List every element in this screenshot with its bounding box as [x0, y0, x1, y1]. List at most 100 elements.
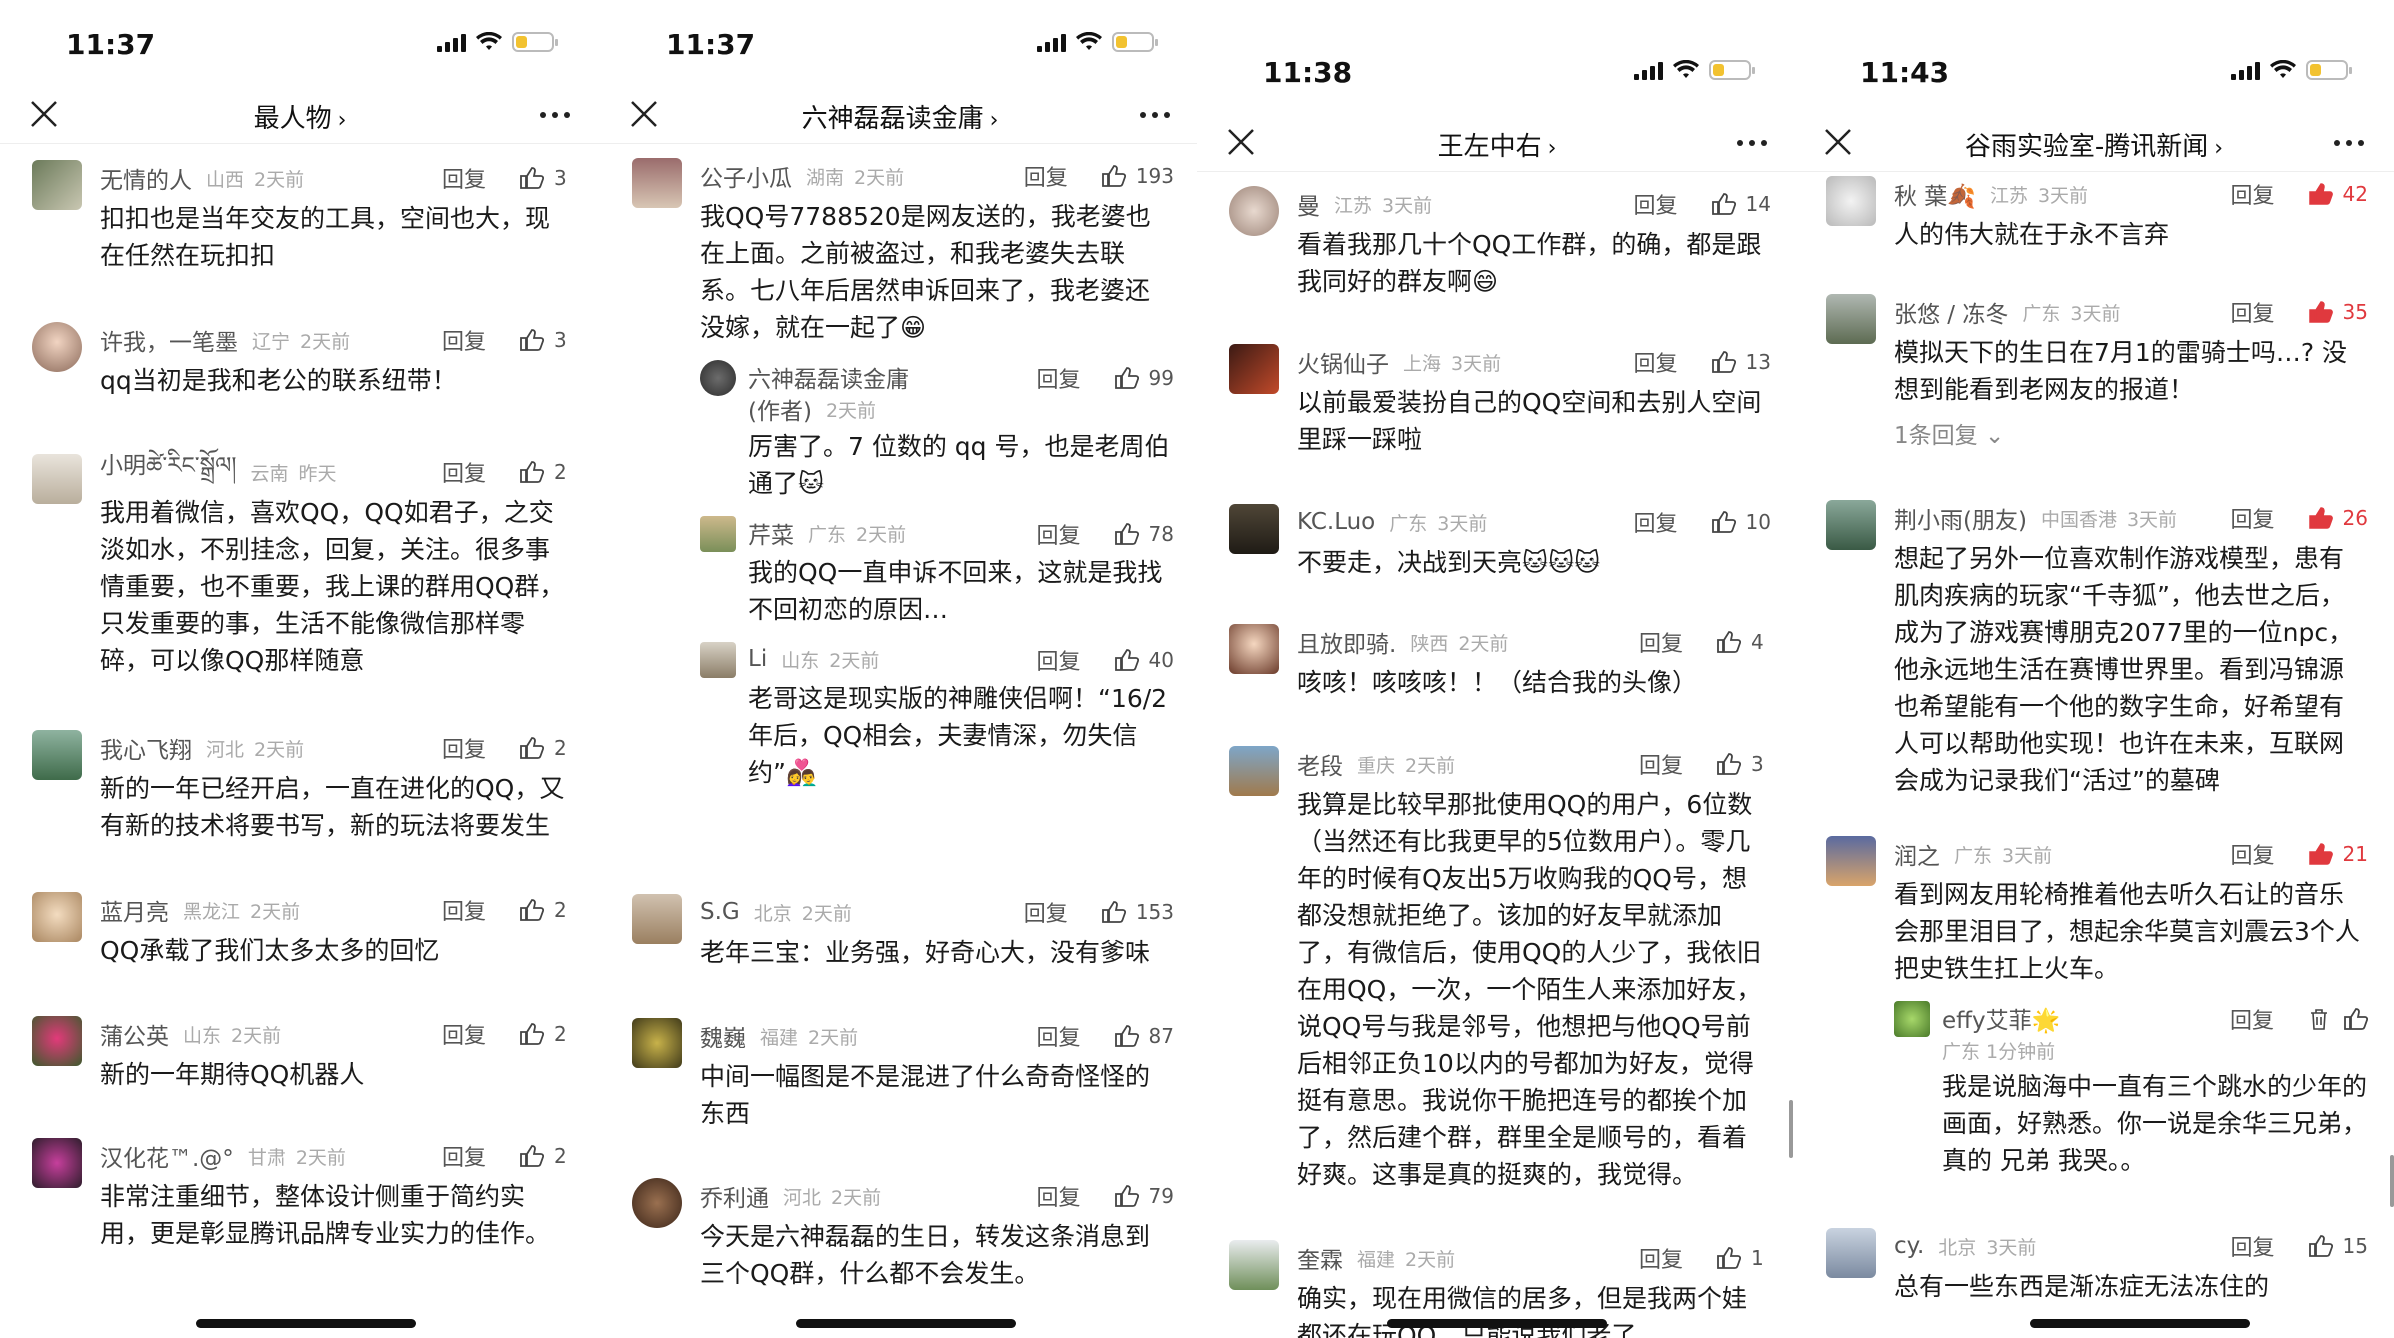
reply-button[interactable]: 回复	[1037, 1180, 1081, 1212]
comment-author[interactable]: cy.	[1894, 1233, 1924, 1259]
comment-author[interactable]: 无情的人	[100, 161, 192, 195]
avatar[interactable]	[632, 1018, 682, 1068]
account-title[interactable]: 谷雨实验室-腾讯新闻 ›	[1794, 126, 2394, 163]
avatar[interactable]	[32, 1016, 82, 1066]
avatar[interactable]	[1826, 500, 1876, 550]
reply-author[interactable]: Li	[748, 646, 767, 672]
avatar[interactable]	[1229, 344, 1279, 394]
reply-author[interactable]: 芹菜	[748, 516, 794, 550]
thumbs-up-icon[interactable]	[1715, 751, 1741, 777]
reply-author[interactable]: 六神磊磊读金庸	[748, 360, 909, 394]
avatar[interactable]	[700, 642, 736, 678]
thumbs-up-icon[interactable]	[1710, 349, 1736, 375]
avatar[interactable]	[32, 892, 82, 942]
reply-button[interactable]: 回复	[2231, 1230, 2275, 1262]
avatar[interactable]	[32, 160, 82, 210]
thumbs-up-icon[interactable]	[518, 459, 544, 485]
comment-author[interactable]: 蒲公英	[100, 1017, 169, 1051]
reply-button[interactable]: 回复	[2230, 1003, 2274, 1035]
thumbs-up-icon[interactable]	[1715, 1245, 1741, 1271]
comment-author[interactable]: 荆小雨(朋友)	[1894, 501, 2027, 535]
reply-button[interactable]: 回复	[1037, 644, 1081, 676]
reply-button[interactable]: 回复	[2231, 296, 2275, 328]
account-title[interactable]: 六神磊磊读金庸 ›	[600, 98, 1200, 135]
reply-button[interactable]: 回复	[1639, 1242, 1683, 1274]
comment-author[interactable]: 润之	[1894, 837, 1940, 871]
reply-button[interactable]: 回复	[1634, 346, 1678, 378]
thumbs-up-icon[interactable]	[518, 897, 544, 923]
reply-button[interactable]: 回复	[1024, 160, 1068, 192]
view-replies-link[interactable]: 1条回复 ⌄	[1894, 416, 2368, 450]
avatar[interactable]	[632, 158, 682, 208]
comment-author[interactable]: 魏巍	[700, 1019, 746, 1053]
comment-author[interactable]: S.G	[700, 899, 740, 925]
thumbs-up-icon[interactable]	[1100, 899, 1126, 925]
avatar[interactable]	[1826, 836, 1876, 886]
thumbs-up-icon[interactable]	[2307, 181, 2333, 207]
reply-button[interactable]: 回复	[1639, 626, 1683, 658]
account-title[interactable]: 最人物 ›	[0, 98, 600, 135]
thumbs-up-icon[interactable]	[518, 1143, 544, 1169]
reply-button[interactable]: 回复	[442, 732, 486, 764]
reply-button[interactable]: 回复	[442, 324, 486, 356]
reply-button[interactable]: 回复	[442, 894, 486, 926]
avatar[interactable]	[700, 516, 736, 552]
scrollbar[interactable]	[2390, 1155, 2394, 1207]
reply-button[interactable]: 回复	[1037, 518, 1081, 550]
thumbs-up-icon[interactable]	[518, 327, 544, 353]
comment-author[interactable]: 乔利通	[700, 1179, 769, 1213]
reply-button[interactable]: 回复	[2231, 178, 2275, 210]
avatar[interactable]	[1826, 176, 1876, 226]
avatar[interactable]	[1229, 746, 1279, 796]
reply-button[interactable]: 回复	[1639, 748, 1683, 780]
avatar[interactable]	[1229, 1240, 1279, 1290]
reply-button[interactable]: 回复	[1024, 896, 1068, 928]
scrollbar[interactable]	[1789, 1100, 1793, 1158]
comment-author[interactable]: 奎霖	[1297, 1241, 1343, 1275]
thumbs-up-icon[interactable]	[2307, 505, 2333, 531]
thumbs-up-icon[interactable]	[2307, 1233, 2333, 1259]
thumbs-up-icon[interactable]	[1715, 629, 1741, 655]
comment-author[interactable]: 且放即骑.	[1297, 625, 1396, 659]
avatar[interactable]	[32, 1138, 82, 1188]
more-icon[interactable]	[540, 112, 570, 118]
more-icon[interactable]	[1140, 112, 1170, 118]
reply-button[interactable]: 回复	[1037, 362, 1081, 394]
comment-author[interactable]: 曼	[1297, 187, 1320, 221]
thumbs-up-icon[interactable]	[1113, 647, 1139, 673]
avatar[interactable]	[32, 322, 82, 372]
comment-author[interactable]: KC.Luo	[1297, 509, 1375, 535]
thumbs-up-icon[interactable]	[1113, 1023, 1139, 1049]
avatar[interactable]	[700, 360, 736, 396]
thumbs-up-icon[interactable]	[1113, 521, 1139, 547]
thumbs-up-icon[interactable]	[1710, 509, 1736, 535]
comment-author[interactable]: 张悠 / 冻冬	[1894, 295, 2008, 329]
avatar[interactable]	[1229, 186, 1279, 236]
comment-author[interactable]: 火锅仙子	[1297, 345, 1389, 379]
thumbs-up-icon[interactable]	[518, 735, 544, 761]
reply-button[interactable]: 回复	[1634, 506, 1678, 538]
reply-button[interactable]: 回复	[442, 456, 486, 488]
comment-author[interactable]: 蓝月亮	[100, 893, 169, 927]
more-icon[interactable]	[2334, 140, 2364, 146]
reply-button[interactable]: 回复	[2231, 502, 2275, 534]
reply-button[interactable]: 回复	[442, 1140, 486, 1172]
thumbs-up-icon[interactable]	[518, 1021, 544, 1047]
comment-author[interactable]: 小明ཚེ་རིང་སྒྲོལ།	[100, 440, 237, 505]
comment-author[interactable]: 公子小瓜	[700, 159, 792, 193]
avatar[interactable]	[632, 894, 682, 944]
thumbs-up-icon[interactable]	[2307, 299, 2333, 325]
account-title[interactable]: 王左中右 ›	[1197, 126, 1797, 163]
reply-author[interactable]: effy艾菲🌟	[1942, 1001, 2060, 1035]
avatar[interactable]	[32, 454, 82, 504]
comment-author[interactable]: 老段	[1297, 747, 1343, 781]
comment-author[interactable]: 汉化花™.@°	[100, 1139, 234, 1173]
avatar[interactable]	[1229, 504, 1279, 554]
avatar[interactable]	[632, 1178, 682, 1228]
thumbs-up-icon[interactable]	[1113, 365, 1139, 391]
reply-button[interactable]: 回复	[2231, 838, 2275, 870]
comment-author[interactable]: 秋 葉🍂	[1894, 177, 1976, 211]
thumbs-up-icon[interactable]	[2307, 841, 2333, 867]
avatar[interactable]	[1229, 624, 1279, 674]
avatar[interactable]	[1826, 294, 1876, 344]
